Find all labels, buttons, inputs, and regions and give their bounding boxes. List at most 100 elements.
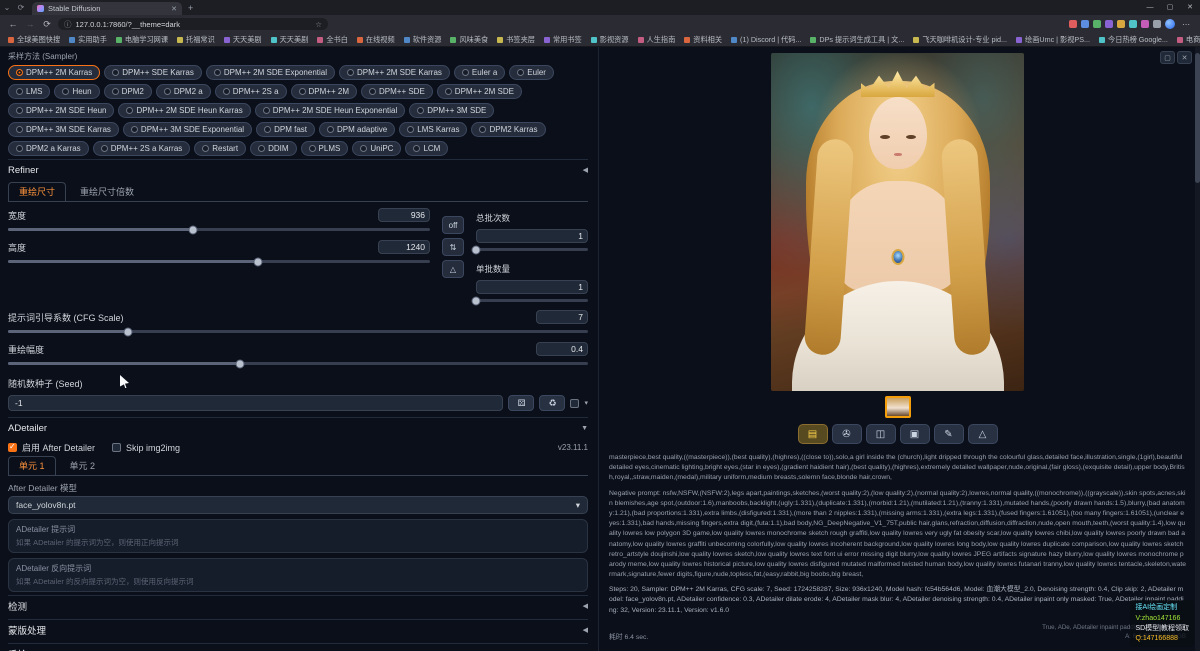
profile-avatar[interactable] bbox=[1165, 19, 1175, 29]
open-folder-button[interactable]: ▤ bbox=[798, 424, 828, 444]
adetailer-unit-tab[interactable]: 单元 2 bbox=[59, 456, 107, 475]
sampler-option[interactable]: Euler a bbox=[454, 65, 505, 80]
sub-accordion[interactable]: 重绘 ◀ bbox=[8, 643, 588, 651]
sampler-option[interactable]: PLMS bbox=[301, 141, 349, 156]
forward-button[interactable]: → bbox=[24, 19, 36, 29]
send-to-extras-button[interactable]: △ bbox=[968, 424, 998, 444]
bookmark-item[interactable]: 影视资源 bbox=[591, 35, 629, 45]
sampler-option[interactable]: UniPC bbox=[352, 141, 401, 156]
browser-tab[interactable]: Stable Diffusion ✕ bbox=[32, 2, 182, 15]
off-button[interactable]: off bbox=[442, 216, 464, 234]
bookmark-item[interactable]: 今日热榜 Google... bbox=[1099, 35, 1168, 45]
bookmark-item[interactable]: 风味美食 bbox=[450, 35, 488, 45]
minimize-button[interactable]: — bbox=[1140, 0, 1160, 15]
sampler-option[interactable]: DPM++ 2M SDE Heun Exponential bbox=[255, 103, 406, 118]
bookmark-item[interactable]: (1) Discord | 代码... bbox=[731, 35, 801, 45]
cfg-slider[interactable] bbox=[8, 330, 588, 333]
adetailer-unit-tab[interactable]: 单元 1 bbox=[8, 456, 56, 475]
tab-close-icon[interactable]: ✕ bbox=[171, 5, 177, 13]
bookmark-item[interactable]: 电商问题 bbox=[1177, 35, 1200, 45]
bookmark-item[interactable]: 在线视频 bbox=[357, 35, 395, 45]
bookmark-item[interactable]: 飞天咖啡机设计-专业 pid... bbox=[913, 35, 1007, 45]
send-to-inpaint-button[interactable]: ✎ bbox=[934, 424, 964, 444]
extension-icon[interactable] bbox=[1117, 20, 1125, 28]
refresh-button[interactable]: ⟳ bbox=[41, 19, 53, 30]
slider-handle[interactable] bbox=[254, 257, 263, 266]
bookmark-item[interactable]: 资料相关 bbox=[684, 35, 722, 45]
gallery-thumbnail[interactable] bbox=[885, 396, 911, 418]
slider-handle[interactable] bbox=[189, 225, 198, 234]
extension-icon[interactable] bbox=[1069, 20, 1077, 28]
resize-tab[interactable]: 重绘尺寸倍数 bbox=[69, 182, 145, 201]
sampler-option[interactable]: DPM++ 2M SDE Heun bbox=[8, 103, 114, 118]
generated-image[interactable] bbox=[771, 53, 1024, 391]
slider-handle[interactable] bbox=[236, 359, 245, 368]
extension-icon[interactable] bbox=[1153, 20, 1161, 28]
sampler-option[interactable]: DPM++ 2S a Karras bbox=[93, 141, 191, 156]
bookmark-item[interactable]: 常用书签 bbox=[544, 35, 582, 45]
url-bar[interactable]: ⓘ 127.0.0.1:7860/?__theme=dark ☆ bbox=[58, 18, 328, 30]
save-image-button[interactable]: ✇ bbox=[832, 424, 862, 444]
denoise-slider[interactable] bbox=[8, 362, 588, 365]
sampler-option[interactable]: Euler bbox=[509, 65, 554, 80]
cfg-input[interactable] bbox=[536, 310, 588, 324]
extension-icon[interactable] bbox=[1093, 20, 1101, 28]
sampler-option[interactable]: LMS bbox=[8, 84, 50, 99]
height-input[interactable] bbox=[378, 240, 430, 254]
extension-icon[interactable] bbox=[1081, 20, 1089, 28]
sampler-option[interactable]: DPM2 a bbox=[156, 84, 211, 99]
extension-icon[interactable] bbox=[1129, 20, 1137, 28]
refiner-accordion[interactable]: Refiner ◀ bbox=[8, 159, 588, 180]
sampler-option[interactable]: DPM++ 2M SDE Heun Karras bbox=[118, 103, 250, 118]
sampler-option[interactable]: DDIM bbox=[250, 141, 296, 156]
skip-img2img-checkbox[interactable] bbox=[112, 443, 121, 452]
sampler-option[interactable]: DPM2 bbox=[104, 84, 152, 99]
adetailer-model-dropdown[interactable]: face_yolov8n.pt ▾ bbox=[8, 496, 588, 514]
sampler-option[interactable]: DPM2 Karras bbox=[471, 122, 545, 137]
tab-search-icon[interactable]: ⌄ bbox=[0, 3, 14, 12]
sampler-option[interactable]: DPM++ 2S a bbox=[215, 84, 287, 99]
width-slider[interactable] bbox=[8, 228, 430, 231]
back-button[interactable]: ← bbox=[7, 19, 19, 29]
batch-size-input[interactable] bbox=[476, 280, 588, 294]
bookmark-item[interactable]: 软件资源 bbox=[404, 35, 442, 45]
swap-dimensions-button[interactable]: ⇅ bbox=[442, 238, 464, 256]
random-seed-button[interactable]: ⚄ bbox=[508, 395, 534, 411]
sampler-option[interactable]: DPM++ 3M SDE Karras bbox=[8, 122, 119, 137]
sampler-option[interactable]: DPM fast bbox=[256, 122, 315, 137]
denoise-input[interactable] bbox=[536, 342, 588, 356]
slider-handle[interactable] bbox=[124, 327, 133, 336]
slider-handle[interactable] bbox=[472, 245, 481, 254]
close-window-button[interactable]: ✕ bbox=[1180, 0, 1200, 15]
bookmark-item[interactable]: 全书白 bbox=[317, 35, 348, 45]
bookmark-item[interactable]: 天天美剧 bbox=[271, 35, 309, 45]
sampler-option[interactable]: DPM++ 2M Karras bbox=[8, 65, 100, 80]
bookmark-item[interactable]: 托福常识 bbox=[177, 35, 215, 45]
bookmark-star-icon[interactable]: ☆ bbox=[315, 20, 322, 29]
bookmark-item[interactable]: 书签夹层 bbox=[497, 35, 535, 45]
sampler-option[interactable]: LCM bbox=[405, 141, 448, 156]
refresh-small-icon[interactable]: ⟳ bbox=[14, 3, 28, 12]
sampler-option[interactable]: DPM++ 3M SDE bbox=[409, 103, 494, 118]
batch-count-slider[interactable] bbox=[476, 248, 588, 251]
reuse-seed-button[interactable]: ♻ bbox=[539, 395, 565, 411]
extension-icon[interactable] bbox=[1105, 20, 1113, 28]
scrollbar-thumb[interactable] bbox=[1195, 53, 1200, 183]
bookmark-item[interactable]: 绘画Umc | 影视PS... bbox=[1016, 35, 1090, 45]
seed-input[interactable] bbox=[8, 395, 503, 411]
save-zip-button[interactable]: ◫ bbox=[866, 424, 896, 444]
batch-size-slider[interactable] bbox=[476, 299, 588, 302]
sampler-option[interactable]: Heun bbox=[54, 84, 99, 99]
new-tab-button[interactable]: + bbox=[188, 3, 193, 13]
sampler-option[interactable]: DPM++ SDE bbox=[361, 84, 433, 99]
fullscreen-button[interactable]: ▢ bbox=[1160, 51, 1175, 64]
bookmark-item[interactable]: 人生指南 bbox=[638, 35, 676, 45]
size-from-image-button[interactable]: △ bbox=[442, 260, 464, 278]
sampler-option[interactable]: DPM++ 2M SDE bbox=[437, 84, 522, 99]
extension-icon[interactable] bbox=[1141, 20, 1149, 28]
sampler-option[interactable]: DPM adaptive bbox=[319, 122, 395, 137]
bookmark-item[interactable]: 电脑学习网课 bbox=[116, 35, 168, 45]
browser-menu-icon[interactable]: ⋯ bbox=[1179, 20, 1193, 29]
batch-count-input[interactable] bbox=[476, 229, 588, 243]
sampler-option[interactable]: DPM2 a Karras bbox=[8, 141, 89, 156]
